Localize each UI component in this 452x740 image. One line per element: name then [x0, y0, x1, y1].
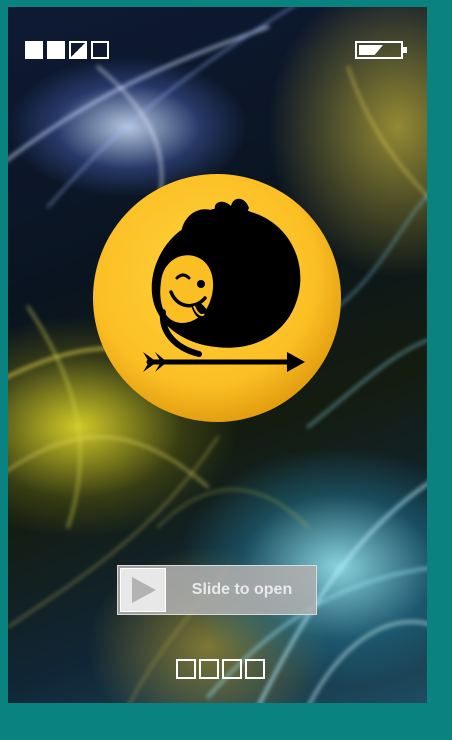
signal-bar	[47, 41, 65, 59]
slide-to-open-label: Slide to open	[191, 581, 293, 598]
page-indicator-squares	[176, 659, 265, 679]
signal-bar	[91, 41, 109, 59]
page-indicator[interactable]	[176, 659, 196, 679]
smiling-creature-arrow-logo-icon	[93, 174, 341, 422]
signal-bar	[25, 41, 43, 59]
signal-bar	[69, 41, 87, 59]
page-indicator[interactable]	[245, 659, 265, 679]
play-arrow-icon	[132, 577, 156, 603]
battery-level	[359, 45, 383, 55]
page-indicator[interactable]	[222, 659, 242, 679]
lock-screen: Slide to open	[8, 7, 427, 703]
signal-strength-icon	[25, 41, 109, 59]
battery-nub	[403, 47, 407, 53]
page-indicator[interactable]	[199, 659, 219, 679]
battery-icon	[355, 41, 407, 59]
slide-handle[interactable]	[120, 568, 166, 612]
slide-to-open-control[interactable]: Slide to open	[117, 565, 317, 615]
